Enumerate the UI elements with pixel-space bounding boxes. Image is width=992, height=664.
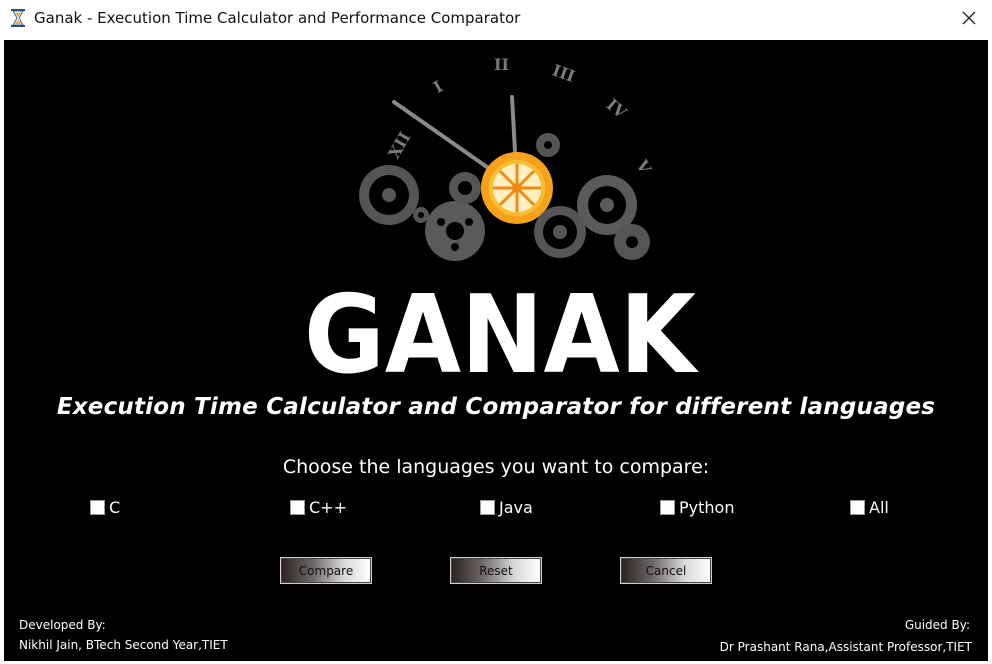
reset-button[interactable]: Reset bbox=[450, 557, 542, 584]
checkbox-python[interactable]: Python bbox=[660, 498, 734, 517]
clock-numeral-i: I bbox=[430, 77, 446, 97]
clock-numeral-ii: II bbox=[494, 55, 509, 74]
developer-credit: Nikhil Jain, BTech Second Year,TIET bbox=[19, 638, 228, 652]
gear-left-large bbox=[359, 165, 419, 225]
compare-button[interactable]: Compare bbox=[280, 557, 372, 584]
checkbox-all[interactable]: All bbox=[850, 498, 889, 517]
clock-numeral-iv: IV bbox=[603, 95, 631, 123]
close-icon bbox=[962, 11, 976, 25]
hourglass-icon bbox=[11, 9, 25, 27]
checkbox-box[interactable] bbox=[290, 500, 305, 515]
ganak-logo: GANAK bbox=[304, 276, 699, 380]
gear-center-right bbox=[534, 206, 586, 258]
checkbox-label: C bbox=[109, 498, 121, 517]
checkbox-label: Java bbox=[499, 498, 533, 517]
window-title: Ganak - Execution Time Calculator and Pe… bbox=[34, 9, 521, 27]
clock-numeral-xii: XII bbox=[384, 129, 414, 162]
developed-by-heading: Developed By: bbox=[19, 618, 106, 632]
language-prompt: Choose the languages you want to compare… bbox=[282, 456, 710, 478]
checkbox-java[interactable]: Java bbox=[480, 498, 533, 517]
checkbox-box[interactable] bbox=[850, 500, 865, 515]
checkbox-c[interactable]: C bbox=[90, 498, 120, 517]
main-panel: XII I II III IV V GANAK Execution Time C… bbox=[4, 40, 988, 661]
gear-center-left bbox=[425, 201, 485, 261]
clock-gears-illustration: XII I II III IV V bbox=[359, 55, 655, 261]
gear-top-right-small bbox=[536, 133, 560, 157]
clock-numeral-iii: III bbox=[550, 61, 578, 87]
checkbox-box[interactable] bbox=[480, 500, 495, 515]
gear-left-small bbox=[413, 207, 429, 223]
checkbox-label: Python bbox=[679, 498, 735, 517]
guide-credit: Dr Prashant Rana,Assistant Professor,TIE… bbox=[719, 640, 972, 654]
checkbox-box[interactable] bbox=[660, 500, 675, 515]
checkbox-label: C++ bbox=[309, 498, 347, 517]
gear-upper-left bbox=[449, 172, 481, 204]
app-subtitle: Execution Time Calculator and Comparator… bbox=[56, 394, 936, 420]
guided-by-heading: Guided By: bbox=[904, 618, 970, 632]
checkbox-cpp[interactable]: C++ bbox=[290, 498, 347, 517]
cancel-button[interactable]: Cancel bbox=[620, 557, 712, 584]
clock-numeral-v: V bbox=[632, 156, 655, 178]
checkbox-box[interactable] bbox=[90, 500, 105, 515]
gear-right-small bbox=[614, 224, 650, 260]
title-bar: Ganak - Execution Time Calculator and Pe… bbox=[0, 0, 992, 36]
svg-text:GANAK: GANAK bbox=[304, 276, 699, 380]
checkbox-label: All bbox=[869, 498, 889, 517]
close-button[interactable] bbox=[946, 0, 992, 36]
